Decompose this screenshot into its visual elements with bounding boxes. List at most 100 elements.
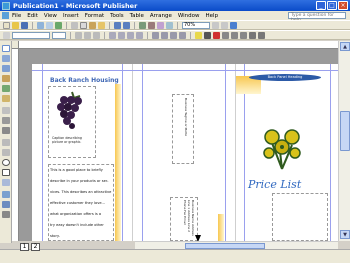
align-right-icon[interactable] — [127, 31, 134, 39]
print-icon[interactable] — [37, 21, 44, 29]
fill-color-icon[interactable] — [195, 31, 202, 39]
maximize-button[interactable]: □ — [327, 1, 337, 10]
help-search-input[interactable]: Type a question for help — [288, 12, 346, 23]
menu-format[interactable]: Format — [85, 13, 104, 19]
increase-indent-icon[interactable] — [179, 31, 186, 39]
menu-file[interactable]: File — [12, 13, 21, 19]
font-name-select[interactable] — [12, 31, 50, 39]
font-color-icon[interactable] — [213, 31, 220, 39]
zoom-select[interactable]: 70% — [182, 21, 210, 29]
back-panel-banner[interactable]: Back Panel Heading — [249, 74, 321, 81]
body-text-line: vices. This describes an attractive — [50, 190, 112, 194]
catalog-merge-icon[interactable] — [2, 211, 10, 218]
arrow-icon[interactable] — [2, 149, 10, 156]
menu-tools[interactable]: Tools — [110, 13, 124, 19]
autoshapes-icon[interactable] — [2, 179, 10, 186]
paste-icon[interactable] — [89, 21, 96, 29]
page-tab-1[interactable]: 1 — [20, 243, 29, 251]
dash-style-icon[interactable] — [231, 31, 238, 39]
line-color-icon[interactable] — [204, 31, 211, 39]
3d-style-icon[interactable] — [258, 31, 265, 39]
publisher-app-icon[interactable] — [2, 1, 10, 10]
italic-icon[interactable] — [84, 31, 91, 39]
picture-frame-icon[interactable] — [2, 85, 10, 92]
scroll-down-arrow-icon[interactable]: ▼ — [340, 230, 350, 239]
underline-icon[interactable] — [93, 31, 100, 39]
menu-table[interactable]: Table — [130, 13, 144, 19]
send-to-back-icon[interactable] — [148, 21, 155, 29]
picture-caption[interactable]: Caption describing picture or graphic. — [52, 136, 92, 144]
cut-icon[interactable] — [71, 21, 78, 29]
styles-icon[interactable] — [3, 31, 10, 39]
align-center-icon[interactable] — [118, 31, 125, 39]
html-fragment-icon[interactable] — [2, 127, 10, 134]
design-gallery-icon[interactable] — [2, 191, 10, 198]
document-icon[interactable] — [2, 12, 9, 19]
document-workspace[interactable]: Back Ranch Housing Caption describing pi… — [19, 49, 338, 241]
form-control-icon[interactable] — [2, 117, 10, 124]
scroll-up-arrow-icon[interactable]: ▲ — [340, 42, 350, 51]
hot-spot-icon[interactable] — [2, 107, 10, 114]
select-objects-icon[interactable] — [2, 45, 10, 52]
copy-icon[interactable] — [80, 21, 87, 29]
close-button[interactable]: × — [338, 1, 348, 10]
vertical-ruler[interactable] — [12, 49, 19, 241]
tagline-text-frame[interactable] — [172, 94, 194, 164]
page-tab-2[interactable]: 2 — [31, 243, 40, 251]
window-title: Publication1 - Microsoft Publisher — [13, 1, 138, 10]
menu-window[interactable]: Window — [178, 13, 200, 19]
print-preview-icon[interactable] — [46, 21, 53, 29]
price-list-heading[interactable]: Price List — [248, 178, 301, 191]
vertical-scroll-thumb[interactable] — [340, 111, 350, 151]
open-icon[interactable] — [12, 21, 19, 29]
grapes-clipart-icon[interactable] — [52, 90, 86, 130]
horizontal-scrollbar[interactable] — [135, 241, 338, 249]
wordart-icon[interactable] — [2, 75, 10, 82]
minimize-button[interactable]: _ — [316, 1, 326, 10]
zoom-in-icon[interactable] — [221, 21, 228, 29]
menu-edit[interactable]: Edit — [27, 13, 38, 19]
bullets-icon[interactable] — [161, 31, 168, 39]
font-size-select[interactable] — [52, 31, 66, 39]
numbering-icon[interactable] — [152, 31, 159, 39]
oval-icon[interactable] — [2, 159, 10, 166]
line-icon[interactable] — [2, 139, 10, 146]
spelling-icon[interactable] — [55, 21, 62, 29]
new-icon[interactable] — [3, 21, 10, 29]
publication-tasks-icon[interactable] — [2, 201, 10, 208]
align-left-icon[interactable] — [109, 31, 116, 39]
menu-view[interactable]: View — [44, 13, 57, 19]
horizontal-ruler[interactable] — [12, 41, 338, 49]
redo-icon[interactable] — [123, 21, 130, 29]
price-list-table-frame[interactable] — [272, 193, 328, 241]
menu-arrange[interactable]: Arrange — [150, 13, 172, 19]
bold-icon[interactable] — [75, 31, 82, 39]
arrow-style-icon[interactable] — [240, 31, 247, 39]
zoom-out-icon[interactable] — [212, 21, 219, 29]
save-icon[interactable] — [21, 21, 28, 29]
justify-icon[interactable] — [136, 31, 143, 39]
columns-icon[interactable] — [157, 21, 164, 29]
format-painter-icon[interactable] — [98, 21, 105, 29]
help-icon[interactable] — [230, 21, 237, 29]
column-guide — [225, 64, 226, 241]
insert-table-icon[interactable] — [2, 65, 10, 72]
undo-icon[interactable] — [114, 21, 121, 29]
vertical-scrollbar[interactable]: ▲ ▼ — [338, 41, 350, 241]
ruler-corner[interactable] — [12, 41, 19, 49]
bring-to-front-icon[interactable] — [139, 21, 146, 29]
menu-help[interactable]: Help — [206, 13, 219, 19]
line-style-icon[interactable] — [222, 31, 229, 39]
decrease-indent-icon[interactable] — [170, 31, 177, 39]
rectangle-icon[interactable] — [2, 169, 10, 176]
rows-icon[interactable] — [166, 21, 173, 29]
shadow-style-icon[interactable] — [249, 31, 256, 39]
publication-page[interactable]: Back Ranch Housing Caption describing pi… — [32, 64, 338, 241]
formatting-toolbar — [0, 30, 350, 40]
flowers-clipart-icon[interactable] — [258, 123, 306, 171]
menu-insert[interactable]: Insert — [63, 13, 79, 19]
text-box-icon[interactable] — [2, 55, 10, 62]
panel-heading[interactable]: Back Ranch Housing — [50, 77, 119, 84]
clip-art-icon[interactable] — [2, 95, 10, 102]
decorative-yellow-bar — [115, 84, 121, 241]
